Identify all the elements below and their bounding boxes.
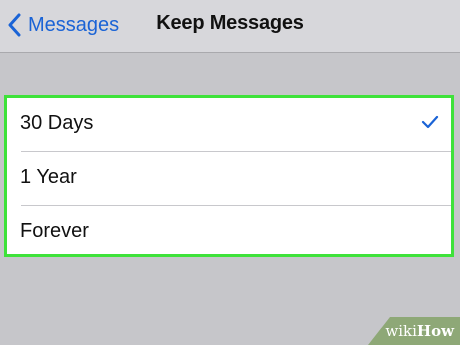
option-row-forever[interactable]: Forever: [7, 206, 451, 260]
option-label: 1 Year: [20, 166, 77, 188]
option-label: Forever: [20, 220, 89, 242]
option-label: 30 Days: [20, 112, 94, 134]
keep-messages-options: 30 Days 1 Year Forever: [4, 95, 454, 257]
wikihow-watermark: wikiHow: [368, 315, 460, 345]
watermark-suffix: How: [416, 322, 454, 340]
option-row-1-year[interactable]: 1 Year: [7, 152, 451, 206]
option-row-30-days[interactable]: 30 Days: [7, 98, 451, 152]
navigation-bar: Messages Keep Messages: [0, 0, 460, 53]
checkmark-icon: [421, 115, 439, 134]
page-title: Keep Messages: [0, 12, 460, 35]
watermark-prefix: wiki: [385, 322, 417, 340]
page-title-text: Keep Messages: [156, 12, 304, 34]
watermark-logo-text: wikiHow: [385, 322, 454, 340]
